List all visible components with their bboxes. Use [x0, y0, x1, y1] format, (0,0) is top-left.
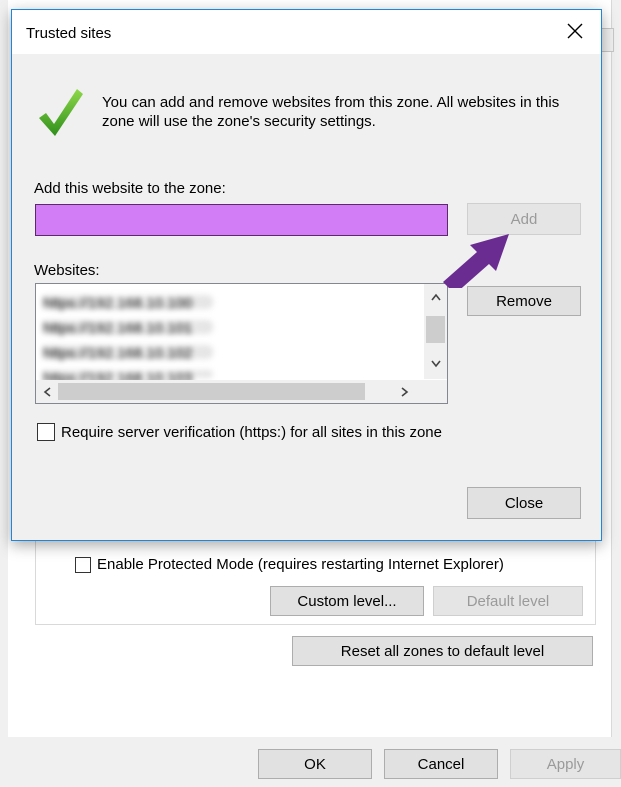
vertical-scrollbar[interactable]	[424, 284, 447, 379]
apply-button[interactable]: Apply	[510, 749, 621, 779]
title-bar: Trusted sites	[12, 10, 601, 54]
add-website-label: Add this website to the zone:	[34, 180, 226, 197]
scroll-right-icon[interactable]	[394, 380, 414, 403]
list-item[interactable]: https://192.168.10.100	[43, 295, 213, 312]
green-checkmark-icon	[37, 86, 83, 138]
custom-level-button[interactable]: Custom level...	[270, 586, 424, 616]
protected-mode-label: Enable Protected Mode (requires restarti…	[97, 556, 504, 573]
scroll-up-icon[interactable]	[424, 287, 447, 307]
https-verification-label: Require server verification (https:) for…	[61, 423, 442, 441]
ok-button[interactable]: OK	[258, 749, 372, 779]
websites-label: Websites:	[34, 262, 100, 279]
trusted-sites-dialog: Trusted sites You can add and remove web…	[11, 9, 602, 541]
horizontal-scrollbar[interactable]	[36, 380, 425, 403]
websites-list[interactable]: https://192.168.10.100 https://192.168.1…	[35, 283, 448, 404]
info-text: You can add and remove websites from thi…	[102, 94, 560, 130]
list-item[interactable]: https://192.168.10.102	[43, 345, 213, 362]
https-verification-checkbox[interactable]	[37, 423, 55, 441]
scroll-corner	[424, 380, 447, 403]
cancel-button[interactable]: Cancel	[384, 749, 498, 779]
https-verification-row[interactable]: Require server verification (https:) for…	[37, 423, 442, 441]
list-item[interactable]: https://192.168.10.101	[43, 320, 213, 337]
website-url-input[interactable]	[35, 204, 448, 236]
dialog-title: Trusted sites	[26, 25, 112, 42]
protected-mode-row[interactable]: Enable Protected Mode (requires restarti…	[75, 556, 504, 573]
close-icon[interactable]	[563, 19, 587, 43]
remove-button[interactable]: Remove	[467, 286, 581, 316]
list-item[interactable]: https://192.168.10.103	[43, 370, 213, 387]
close-button[interactable]: Close	[467, 487, 581, 519]
protected-mode-checkbox[interactable]	[75, 556, 91, 573]
purple-arrow-icon	[437, 224, 517, 294]
vertical-scroll-thumb[interactable]	[426, 316, 445, 343]
reset-all-zones-button[interactable]: Reset all zones to default level	[292, 636, 593, 666]
scroll-left-icon[interactable]	[38, 380, 58, 403]
default-level-button[interactable]: Default level	[433, 586, 583, 616]
scroll-down-icon[interactable]	[424, 354, 447, 374]
horizontal-scroll-thumb[interactable]	[58, 383, 365, 400]
